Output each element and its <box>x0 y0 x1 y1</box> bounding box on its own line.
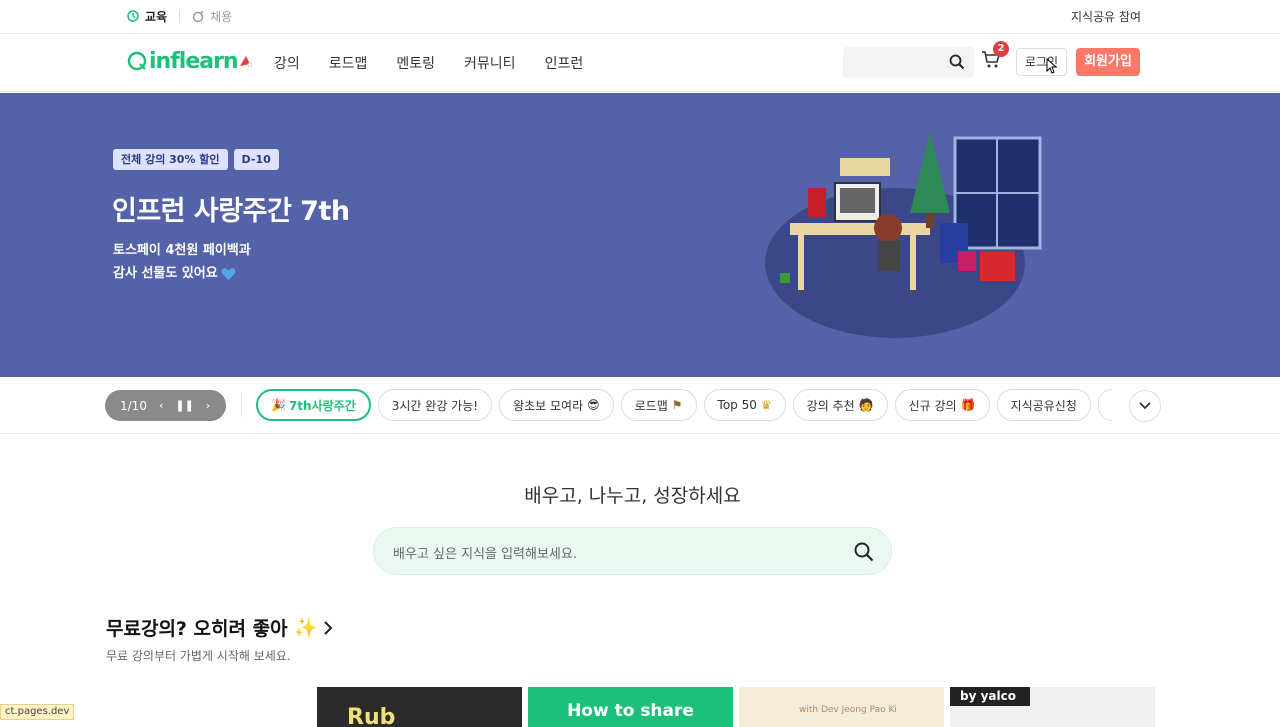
chip-beginner[interactable]: 왕초보 모여라 😎 <box>499 389 614 421</box>
chip-label: 왕초보 모여라 <box>513 398 584 413</box>
recruit-icon <box>192 10 204 23</box>
main-search-input[interactable]: 배우고 싶은 지식을 입력해보세요. <box>373 527 892 575</box>
nav-item-community[interactable]: 커뮤니티 <box>464 53 516 73</box>
chip-label: 로드맵 <box>634 398 668 413</box>
chip-label: 7th사랑주간 <box>288 398 356 413</box>
course-thumbnail[interactable]: Rub <box>317 687 522 727</box>
top-utility-bar: 교육 채용 지식공유 참여 <box>0 0 1280 34</box>
next-icon[interactable]: › <box>206 399 210 412</box>
logo-mark-icon <box>127 51 147 71</box>
santa-hat-icon <box>239 56 252 68</box>
hero-badges: 전체 강의 30% 할인 D-10 <box>113 149 279 170</box>
section-subtitle: 무료 강의부터 가볍게 시작해 보세요. <box>106 649 291 663</box>
sparkles-icon: ✨ <box>293 617 318 639</box>
hero-subtitle-line2: 감사 선물도 있어요 <box>113 266 218 281</box>
nav-item-courses[interactable]: 강의 <box>274 53 300 73</box>
course-thumbnail[interactable]: with Dev Jeong Pao Ki <box>739 687 944 727</box>
chip-top50[interactable]: Top 50 ♛ <box>703 389 786 421</box>
pager-count: 1/10 <box>120 398 147 413</box>
chip-instructor-apply[interactable]: 지식공유신청 <box>996 389 1091 421</box>
pixel-art-illustration <box>765 133 1042 338</box>
header-search-input[interactable] <box>843 47 974 78</box>
expand-categories-button[interactable] <box>1129 390 1161 422</box>
course-thumbnail[interactable]: How to share <box>528 687 733 727</box>
chip-new[interactable]: 신규 강의 🎁 <box>894 389 990 421</box>
divider <box>241 393 242 417</box>
tab-recruit[interactable]: 채용 <box>192 8 232 25</box>
gift-icon: 🎁 <box>960 398 976 412</box>
chip-label: 강의 추천 <box>806 398 855 413</box>
login-button[interactable]: 로그인 <box>1016 48 1067 76</box>
instructor-join-link[interactable]: 지식공유 참여 <box>1071 8 1141 25</box>
chip-label: 지식공유신청 <box>1010 398 1077 413</box>
browser-status-url: ct.pages.dev <box>0 704 75 720</box>
signpost-icon: ⚑ <box>671 398 683 412</box>
signup-button[interactable]: 회원가입 <box>1076 48 1140 76</box>
service-tabs: 교육 채용 <box>127 8 232 25</box>
discount-badge: 전체 강의 30% 할인 <box>113 149 228 170</box>
mouse-pointer-icon <box>1046 58 1058 74</box>
search-icon[interactable] <box>949 54 965 70</box>
thumbnail-text: How to share <box>567 701 694 721</box>
chip-three-hour[interactable]: 3시간 완강 가능! <box>377 389 493 421</box>
dday-badge: D-10 <box>233 149 279 170</box>
section-title-free-courses[interactable]: 무료강의? 오히려 좋아 ✨ <box>106 614 333 641</box>
chip-label: Top 50 <box>717 398 757 412</box>
banner-pager: 1/10 ‹ ❚❚ › <box>105 390 226 421</box>
tab-education[interactable]: 교육 <box>127 8 167 25</box>
nav-item-roadmap[interactable]: 로드맵 <box>329 53 368 73</box>
party-popper-icon: 🎉 <box>271 398 286 412</box>
hero-title: 인프런 사랑주간 7th <box>112 196 350 227</box>
thumbnail-text: with Dev Jeong Pao Ki <box>799 705 897 715</box>
category-strip: 1/10 ‹ ❚❚ › 🎉 7th사랑주간 3시간 완강 가능! 왕초보 모여라… <box>0 377 1280 434</box>
thumbnail-text: by yalco <box>950 687 1030 706</box>
chip-label: 신규 강의 <box>908 398 957 413</box>
chip-label: 3시간 완강 가능! <box>391 398 479 413</box>
crown-icon: ♛ <box>760 398 772 412</box>
section-title-text: 무료강의? 오히려 좋아 <box>106 618 288 640</box>
main-search-placeholder: 배우고 싶은 지식을 입력해보세요. <box>393 547 577 562</box>
education-icon <box>127 10 139 22</box>
nav-item-mentoring[interactable]: 멘토링 <box>396 53 435 73</box>
logo[interactable]: inflearn <box>127 46 252 76</box>
page-tagline: 배우고, 나누고, 성장하세요 <box>524 485 741 507</box>
prev-icon[interactable]: ‹ <box>159 399 163 412</box>
course-thumbnail[interactable]: by yalco <box>950 687 1155 727</box>
category-chips: 🎉 7th사랑주간 3시간 완강 가능! 왕초보 모여라 😎 로드맵 ⚑ Top… <box>256 389 1112 421</box>
search-icon[interactable] <box>854 542 874 562</box>
divider <box>179 10 181 23</box>
heart-icon <box>221 267 236 280</box>
cart-count-badge: 2 <box>993 41 1009 57</box>
hero-subtitle-line1: 토스페이 4천원 페이백과 <box>113 243 251 258</box>
hero-subtitle: 토스페이 4천원 페이백과 감사 선물도 있어요 <box>113 239 251 285</box>
logo-text: inflearn <box>149 48 239 74</box>
chip-roadmap[interactable]: 로드맵 ⚑ <box>620 389 697 421</box>
main-nav: 강의 로드맵 멘토링 커뮤니티 인프런 <box>274 53 583 73</box>
course-thumbnails: Rub How to share with Dev Jeong Pao Ki b… <box>317 687 1155 727</box>
chip-love-week[interactable]: 🎉 7th사랑주간 <box>256 389 371 421</box>
tab-recruit-label: 채용 <box>210 10 233 24</box>
nav-item-inflearn[interactable]: 인프런 <box>545 53 584 73</box>
chevron-right-icon <box>324 620 333 635</box>
pause-icon[interactable]: ❚❚ <box>175 399 193 412</box>
hero-banner[interactable]: 전체 강의 30% 할인 D-10 인프런 사랑주간 7th 토스페이 4천원 … <box>0 93 1280 377</box>
tab-education-label: 교육 <box>145 10 168 24</box>
chip-recommend[interactable]: 강의 추천 🧑 <box>792 389 888 421</box>
sunglasses-face-icon: 😎 <box>587 398 600 412</box>
main-header: inflearn 강의 로드맵 멘토링 커뮤니티 인프런 2 로그인 회원가입 <box>0 34 1280 92</box>
chevron-down-icon <box>1139 402 1151 410</box>
person-icon: 🧑 <box>858 398 874 412</box>
chip-truncated[interactable] <box>1097 389 1112 421</box>
thumbnail-text: Rub <box>347 705 396 727</box>
